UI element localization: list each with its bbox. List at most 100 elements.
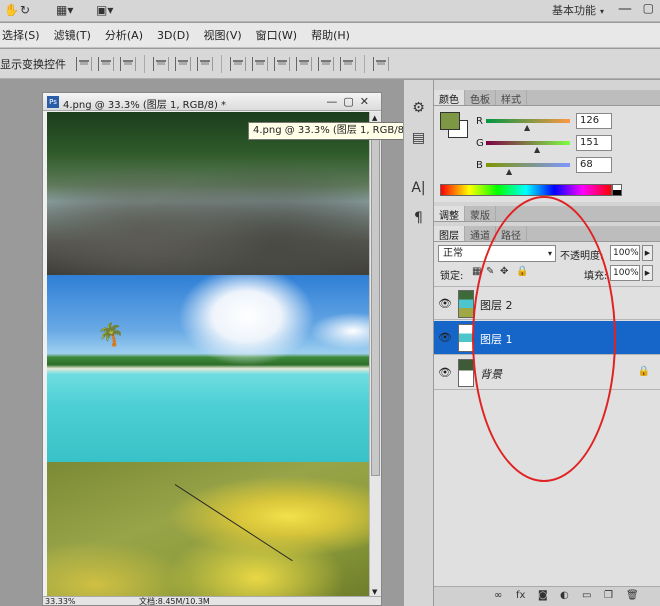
vertical-scrollbar[interactable]: ▲ ▼ [369,112,381,598]
adjustments-panel-tabs: 调整 蒙版 [434,206,660,222]
align-left-icon[interactable] [153,56,169,71]
actions-panel-icon[interactable]: ▤ [404,130,433,154]
toolbar-divider [364,54,365,73]
add-mask-icon[interactable]: ◙ [538,590,548,601]
lock-pixels-icon[interactable]: ✎ [486,266,494,277]
green-slider-row: G ▲ 151 [476,134,612,154]
layers-panel-footer: ∞ fx ◙ ◐ ▭ ❐ 🗑 [434,586,660,606]
tab-paths[interactable]: 路径 [496,226,527,242]
toolbar-divider [221,54,222,73]
color-panel: 颜色 色板 样式 R ▲ 126 G ▲ 151 B ▲ 68 [434,90,660,202]
menu-3d[interactable]: 3D(D) [157,29,190,42]
workspace-switcher[interactable]: 基本功能 ▾ [552,2,604,20]
blue-value-input[interactable]: 68 [576,157,612,173]
align-hcenter-icon[interactable] [175,56,191,71]
menu-filter[interactable]: 滤镜(T) [54,27,91,43]
scroll-down-icon[interactable]: ▼ [372,588,377,596]
distribute-right-icon[interactable] [340,56,356,71]
fill-input[interactable]: 100% [610,265,640,281]
layer-row[interactable]: 👁 背景 🔒 [434,356,660,390]
beach-photo: 🌴 [47,275,369,462]
eye-icon[interactable]: 👁 [438,297,452,310]
tab-layers[interactable]: 图层 [434,226,465,242]
restore-button[interactable]: ▢ [643,1,654,15]
image-canvas[interactable]: 🌴 [47,112,369,598]
minimize-button[interactable]: — [618,1,632,17]
red-value-input[interactable]: 126 [576,113,612,129]
link-layers-icon[interactable]: ∞ [494,590,502,601]
lock-transparency-icon[interactable]: ▦ [472,266,481,277]
delete-layer-icon[interactable]: 🗑 [626,590,639,601]
tab-color[interactable]: 颜色 [434,90,465,106]
document-window-controls[interactable]: —▢✕ [326,95,375,108]
tab-styles[interactable]: 样式 [496,90,527,106]
layer-row-selected[interactable]: 👁 图层 1 [434,321,660,355]
distribute-left-icon[interactable] [296,56,312,71]
menu-analysis[interactable]: 分析(A) [105,27,143,43]
red-slider-knob[interactable]: ▲ [524,123,530,132]
color-spectrum-bar[interactable] [440,184,612,196]
eye-icon[interactable]: 👁 [438,366,452,379]
palm-tree-icon: 🌴 [97,323,125,348]
hand-tool-icon[interactable]: ✋ [4,3,19,19]
layer-style-icon[interactable]: fx [516,590,525,601]
distribute-top-icon[interactable] [230,56,246,71]
opacity-arrow-icon[interactable]: ▶ [642,245,653,261]
align-top-icon[interactable] [76,56,92,71]
tab-adjustments[interactable]: 调整 [434,206,465,222]
align-right-icon[interactable] [197,56,213,71]
zoom-level[interactable]: 33.33% [45,597,76,605]
lock-position-icon[interactable]: ✥ [500,266,508,277]
fill-arrow-icon[interactable]: ▶ [642,265,653,281]
application-bar: ✋ ↻ ▦▾ ▣▾ 基本功能 ▾ — ▢ [0,0,660,22]
opacity-input[interactable]: 100% [610,245,640,261]
menu-window[interactable]: 窗口(W) [256,27,297,43]
scroll-up-icon[interactable]: ▲ [372,114,377,122]
green-slider-knob[interactable]: ▲ [534,145,540,154]
document-titlebar[interactable]: Ps 4.png @ 33.3% (图层 1, RGB/8) * —▢✕ [43,93,381,111]
lock-all-icon[interactable]: 🔒 [516,266,528,277]
collapsed-panel-dock: ⚙ ▤ A| ¶ [403,80,434,606]
layer-thumbnail [458,324,474,352]
blue-slider-row: B ▲ 68 [476,156,612,176]
blue-slider[interactable]: ▲ [486,163,570,176]
eye-icon[interactable]: 👁 [438,331,452,344]
character-panel-icon[interactable]: A| [404,180,433,204]
black-white-swatch[interactable] [612,184,622,196]
distribute-hcenter-icon[interactable] [318,56,334,71]
menu-help[interactable]: 帮助(H) [311,27,350,43]
new-layer-icon[interactable]: ❐ [604,590,613,601]
history-panel-icon[interactable]: ⚙ [404,100,433,124]
layer-name: 图层 2 [480,299,513,312]
green-value-input[interactable]: 151 [576,135,612,151]
lock-label: 锁定: [440,271,464,282]
align-vcenter-icon[interactable] [98,56,114,71]
layers-panel-tabs: 图层 通道 路径 [434,226,660,242]
tab-masks[interactable]: 蒙版 [465,206,496,222]
auto-align-layers-icon[interactable] [373,56,389,71]
layer-name: 图层 1 [480,333,513,346]
paragraph-panel-icon[interactable]: ¶ [404,210,433,234]
align-bottom-icon[interactable] [120,56,136,71]
new-group-icon[interactable]: ▭ [582,590,591,601]
menu-select[interactable]: 选择(S) [2,27,40,43]
blue-slider-knob[interactable]: ▲ [506,167,512,176]
rotate-view-icon[interactable]: ↻ [20,3,30,19]
blend-mode-select[interactable]: 正常 ▾ [438,245,556,262]
menu-bar: 选择(S) 滤镜(T) 分析(A) 3D(D) 视图(V) 窗口(W) 帮助(H… [0,23,660,48]
red-slider[interactable]: ▲ [486,119,570,132]
foreground-color-swatch[interactable] [440,112,460,130]
tab-channels[interactable]: 通道 [465,226,496,242]
scrollbar-thumb[interactable] [371,136,380,476]
options-bar: 显示变换控件 [0,49,660,79]
screen-mode-icon[interactable]: ▣▾ [96,3,113,19]
tab-swatches[interactable]: 色板 [465,90,496,106]
show-transform-controls-checkbox[interactable]: 显示变换控件 [0,56,66,72]
distribute-bottom-icon[interactable] [274,56,290,71]
arrange-documents-icon[interactable]: ▦▾ [56,3,73,19]
green-slider[interactable]: ▲ [486,141,570,154]
adjustment-layer-icon[interactable]: ◐ [560,590,569,601]
distribute-vcenter-icon[interactable] [252,56,268,71]
layer-row[interactable]: 👁 图层 2 [434,286,660,320]
menu-view[interactable]: 视图(V) [204,27,242,43]
